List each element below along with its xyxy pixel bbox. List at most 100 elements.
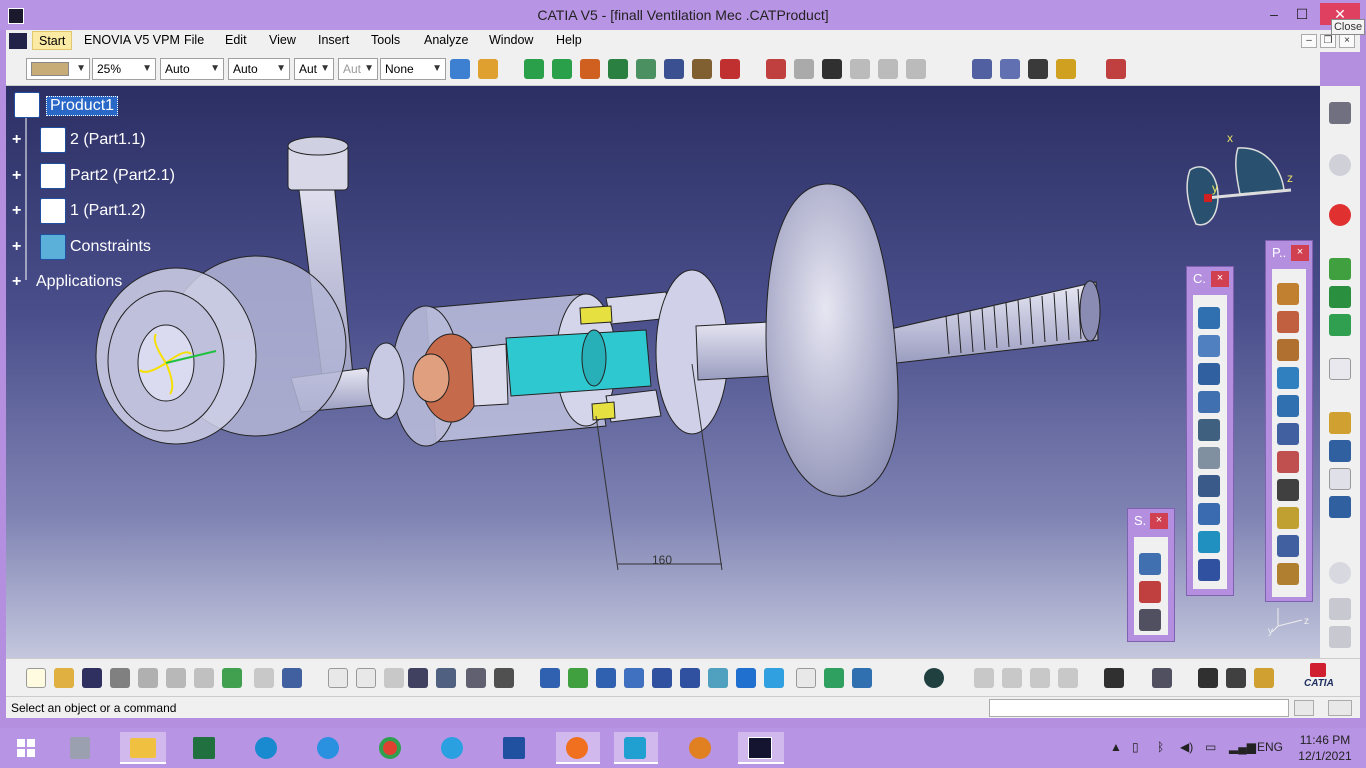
menu-file[interactable]: File: [184, 33, 204, 47]
transparency-combo[interactable]: 25% ▼: [92, 58, 156, 80]
start-menu-icon[interactable]: [9, 33, 27, 49]
stop-manipulate-icon[interactable]: [608, 59, 628, 79]
fan-housing[interactable]: [95, 255, 347, 445]
copy-icon[interactable]: [166, 668, 186, 688]
file-explorer-icon[interactable]: [120, 732, 166, 764]
analysis-icon[interactable]: [1329, 412, 1351, 434]
minimize-button[interactable]: –: [1259, 3, 1289, 25]
contact-icon[interactable]: [1198, 335, 1220, 357]
properties-icon[interactable]: [478, 59, 498, 79]
paste-icon[interactable]: [194, 668, 214, 688]
replace-component-icon[interactable]: [794, 59, 814, 79]
color-combo[interactable]: ▼: [26, 58, 90, 80]
render-style-icon[interactable]: [796, 668, 816, 688]
swap-space-icon[interactable]: [852, 668, 872, 688]
doc-close-button[interactable]: ×: [1339, 34, 1355, 48]
normal-view-icon[interactable]: [708, 668, 728, 688]
firefox-icon[interactable]: [556, 732, 600, 764]
capture-icon[interactable]: [1104, 668, 1124, 688]
tray-chevron-icon[interactable]: ▲: [1110, 740, 1122, 754]
hide-show-icon[interactable]: [824, 668, 844, 688]
cut-icon[interactable]: [138, 668, 158, 688]
manipulate-icon[interactable]: [524, 59, 544, 79]
space-toolbar-close[interactable]: ×: [1150, 513, 1168, 529]
report-icon[interactable]: [1328, 700, 1352, 716]
law-icon[interactable]: [384, 668, 404, 688]
language-indicator[interactable]: ENG: [1257, 740, 1283, 754]
compass[interactable]: x y z: [1186, 131, 1293, 226]
3d-viewport[interactable]: 160 x y z y z Product1 + 2 (Part1.1) + P…: [6, 86, 1320, 658]
doc-restore-button[interactable]: ❐: [1320, 34, 1336, 48]
part-design-icon[interactable]: [1329, 314, 1351, 336]
menu-edit[interactable]: Edit: [225, 33, 247, 47]
tree-node-label[interactable]: Part2 (Part2.1): [70, 167, 175, 185]
pan-icon[interactable]: [596, 668, 616, 688]
document-icon[interactable]: [1329, 468, 1351, 490]
print-icon[interactable]: [110, 668, 130, 688]
menu-start[interactable]: Start: [32, 31, 73, 50]
numbering-icon[interactable]: [1277, 479, 1299, 501]
excel-icon[interactable]: [184, 732, 224, 764]
catia-taskbar-icon[interactable]: [738, 732, 784, 764]
undo-icon[interactable]: [222, 668, 242, 688]
blender-icon[interactable]: [680, 732, 720, 764]
chrome-icon[interactable]: [370, 732, 410, 764]
expand-icon[interactable]: +: [12, 168, 26, 184]
manage-representations-icon[interactable]: [906, 59, 926, 79]
fly-mode-icon[interactable]: [540, 668, 560, 688]
new-part-icon[interactable]: [1277, 339, 1299, 361]
maximize-button[interactable]: ☐: [1287, 3, 1317, 25]
calculator-icon[interactable]: [60, 732, 100, 764]
tree-node-label[interactable]: Constraints: [70, 238, 151, 256]
telegram-icon[interactable]: [432, 732, 472, 764]
windows-start-icon[interactable]: [6, 732, 46, 764]
measure-item-icon[interactable]: [1226, 668, 1246, 688]
menu-tools[interactable]: Tools: [371, 33, 400, 47]
smart-move-icon[interactable]: [636, 59, 656, 79]
replace-icon[interactable]: [1277, 423, 1299, 445]
existing-positioning-icon[interactable]: [1277, 395, 1299, 417]
gear-icon[interactable]: [1329, 562, 1351, 584]
tool-1-icon[interactable]: [974, 668, 994, 688]
volume-icon[interactable]: ◀): [1180, 740, 1193, 754]
copy-icon[interactable]: [1329, 598, 1351, 620]
constraints-toolbar-close[interactable]: ×: [1211, 271, 1229, 287]
edge-icon[interactable]: [246, 732, 286, 764]
rendering-style-combo[interactable]: None ▼: [380, 58, 446, 80]
catia-sync-icon[interactable]: [924, 668, 944, 688]
lock-icon[interactable]: [466, 668, 486, 688]
tree-node-label[interactable]: 1 (Part1.2): [70, 202, 146, 220]
new-component-icon[interactable]: [1277, 283, 1299, 305]
selective-load-icon[interactable]: [878, 59, 898, 79]
tree-node-label[interactable]: 2 (Part1.1): [70, 131, 146, 149]
dimension-value[interactable]: 160: [652, 553, 672, 567]
tool-4-icon[interactable]: [1058, 668, 1078, 688]
measure-inertia-icon[interactable]: [1254, 668, 1274, 688]
zoom-in-icon[interactable]: [652, 668, 672, 688]
angle-icon[interactable]: [692, 59, 712, 79]
selective-loading-icon[interactable]: [1277, 507, 1299, 529]
assembly-model[interactable]: 160 x y z y z: [6, 86, 1320, 658]
tool-2-icon[interactable]: [1002, 668, 1022, 688]
existing-component-icon[interactable]: [1277, 367, 1299, 389]
rotate-icon[interactable]: [624, 668, 644, 688]
formula-icon[interactable]: [328, 668, 348, 688]
reuse-pattern-icon[interactable]: [1198, 559, 1220, 581]
internet-explorer-icon[interactable]: [308, 732, 348, 764]
generate-numbering-icon[interactable]: [850, 59, 870, 79]
snap-icon[interactable]: [552, 59, 572, 79]
offset-icon[interactable]: [664, 59, 684, 79]
diffuser-dish[interactable]: [765, 183, 1101, 497]
command-input[interactable]: [989, 699, 1289, 717]
bluetooth-icon[interactable]: ᛒ: [1157, 740, 1164, 754]
word-icon[interactable]: [494, 732, 534, 764]
product-toolbar-close[interactable]: ×: [1291, 245, 1309, 261]
tree-node-label[interactable]: Applications: [36, 273, 122, 291]
signal-icon[interactable]: ▂▄▆: [1229, 740, 1256, 754]
fix-icon[interactable]: [720, 59, 740, 79]
menu-insert[interactable]: Insert: [318, 33, 349, 47]
stop-icon[interactable]: [1329, 204, 1351, 226]
change-constraint-icon[interactable]: [1198, 531, 1220, 553]
power-input-icon[interactable]: [1294, 700, 1314, 716]
menu-window[interactable]: Window: [489, 33, 533, 47]
